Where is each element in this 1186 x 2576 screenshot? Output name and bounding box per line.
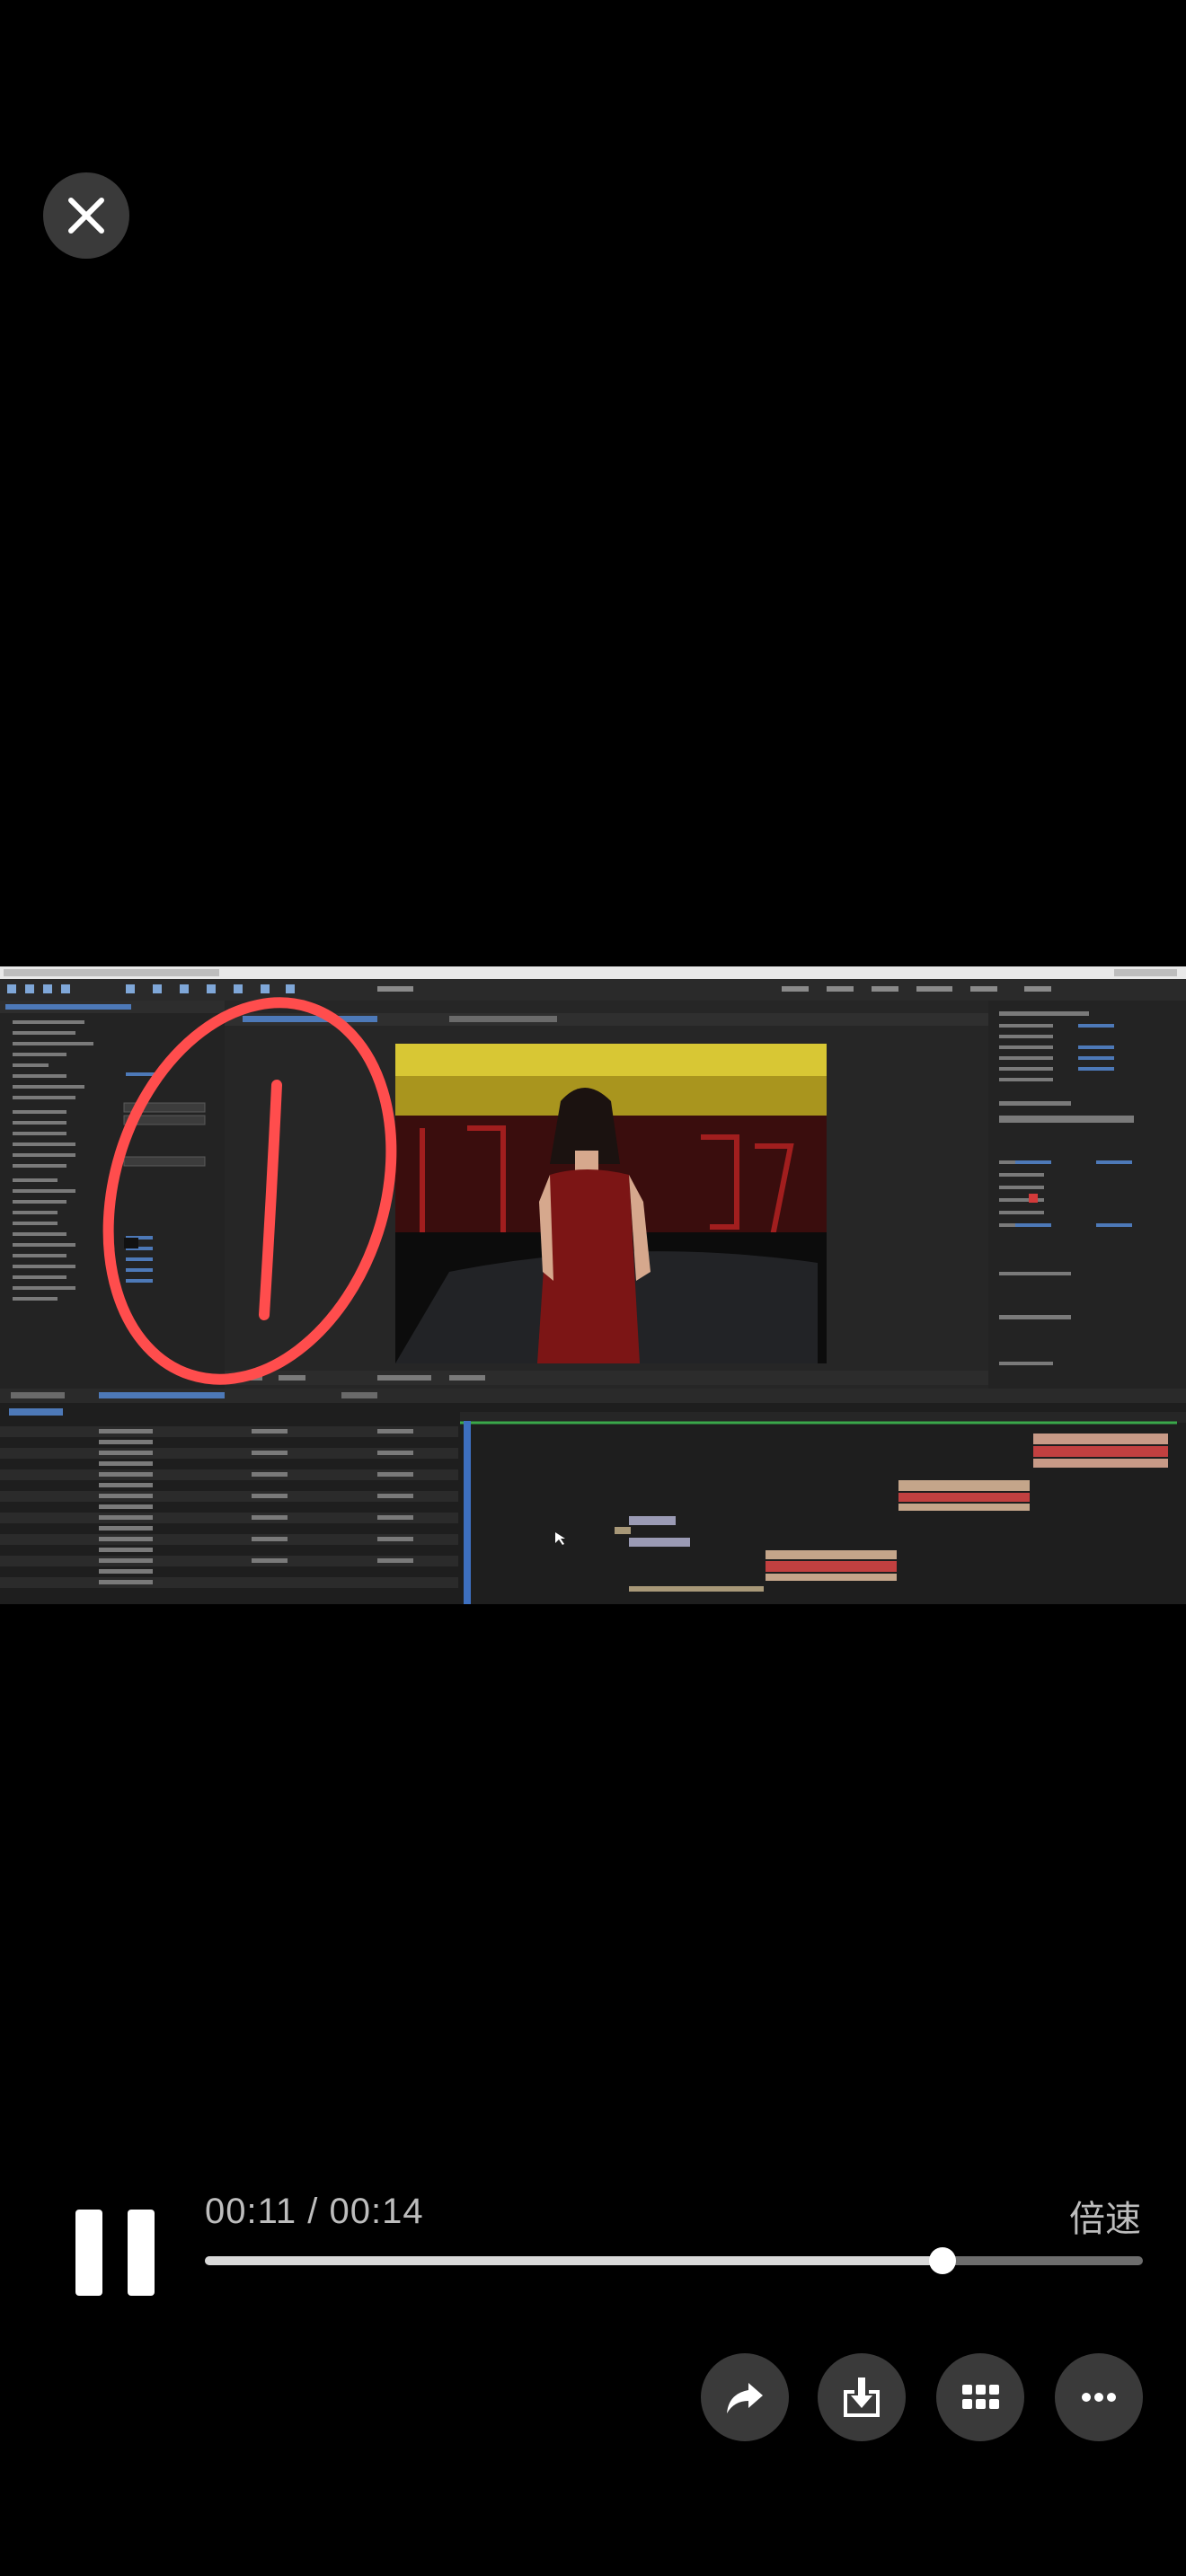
grid-button[interactable] xyxy=(936,2353,1024,2441)
download-icon xyxy=(844,2378,880,2417)
time-separator: / xyxy=(296,2192,330,2231)
more-button[interactable] xyxy=(1055,2353,1143,2441)
current-time: 00:11 xyxy=(205,2192,297,2231)
editor-screenshot xyxy=(0,966,1186,1604)
progress-thumb[interactable] xyxy=(928,2247,956,2274)
close-icon xyxy=(68,198,104,234)
action-bar xyxy=(0,2353,1186,2443)
pause-button[interactable] xyxy=(72,2210,158,2308)
more-icon xyxy=(1082,2393,1116,2402)
playback-speed-button[interactable]: 倍速 xyxy=(1069,2190,1141,2242)
video-frame[interactable] xyxy=(0,966,1186,1604)
grid-icon xyxy=(962,2385,999,2409)
share-button[interactable] xyxy=(701,2353,789,2441)
download-button[interactable] xyxy=(818,2353,906,2441)
pause-icon xyxy=(75,2210,102,2296)
time-readout: 00:11 / 00:14 xyxy=(205,2192,424,2232)
close-button[interactable] xyxy=(43,172,129,259)
share-icon xyxy=(727,2383,763,2413)
playback-controls: 00:11 / 00:14 倍速 xyxy=(0,2174,1186,2371)
progress-fill xyxy=(205,2256,943,2265)
progress-slider[interactable] xyxy=(205,2247,1143,2274)
total-time: 00:14 xyxy=(329,2192,424,2231)
